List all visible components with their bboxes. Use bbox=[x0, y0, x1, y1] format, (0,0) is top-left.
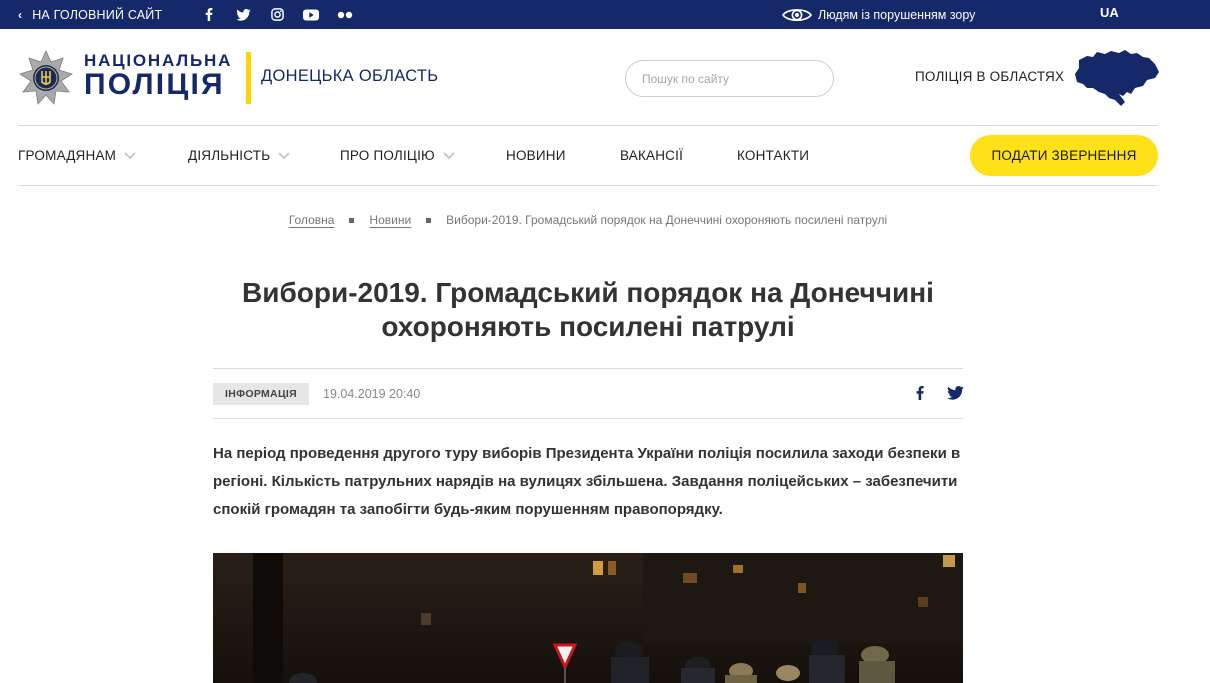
search-input[interactable] bbox=[625, 60, 834, 97]
breadcrumb-current: Вибори-2019. Громадський порядок на Доне… bbox=[446, 213, 888, 227]
nav-label: НОВИНИ bbox=[506, 148, 566, 163]
breadcrumb-separator bbox=[349, 217, 355, 223]
accessibility-link[interactable]: Людям із порушенням зору bbox=[782, 0, 975, 29]
police-logo[interactable] bbox=[18, 50, 74, 106]
chevron-down-icon bbox=[278, 151, 290, 159]
publish-date: 19.04.2019 20:40 bbox=[323, 387, 421, 401]
region-name: ДОНЕЦЬКА ОБЛАСТЬ bbox=[261, 67, 439, 85]
main-nav: ГРОМАДЯНАМ ДІЯЛЬНІСТЬ ПРО ПОЛІЦІЮ НОВИНИ… bbox=[18, 126, 1158, 185]
accessibility-label: Людям із порушенням зору bbox=[818, 7, 976, 22]
brand-name[interactable]: НАЦІОНАЛЬНА ПОЛІЦІЯ bbox=[84, 52, 232, 100]
nav-item-about[interactable]: ПРО ПОЛІЦІЮ bbox=[340, 126, 455, 185]
top-bar: ‹ НА ГОЛОВНИЙ САЙТ Людям із порушенням з… bbox=[0, 0, 1210, 29]
brand-line-2: ПОЛІЦІЯ bbox=[84, 68, 225, 101]
language-switch[interactable]: UA bbox=[1100, 0, 1119, 24]
article-title: Вибори-2019. Громадський порядок на Доне… bbox=[242, 277, 934, 342]
nav-label: ПРО ПОЛІЦІЮ bbox=[340, 148, 435, 163]
facebook-icon[interactable] bbox=[200, 6, 218, 24]
main-site-label: НА ГОЛОВНИЙ САЙТ bbox=[32, 7, 163, 22]
nav-item-news[interactable]: НОВИНИ bbox=[506, 126, 566, 185]
meta-divider-bottom bbox=[213, 418, 963, 419]
brand-divider bbox=[246, 52, 251, 104]
nav-item-vacancies[interactable]: ВАКАНСІЇ bbox=[620, 126, 683, 185]
nav-label: КОНТАКТИ bbox=[737, 148, 810, 163]
share-facebook-icon[interactable] bbox=[912, 384, 928, 402]
nav-label: ГРОМАДЯНАМ bbox=[18, 148, 117, 163]
breadcrumb-home[interactable]: Головна bbox=[289, 213, 335, 227]
nav-item-activity[interactable]: ДІЯЛЬНІСТЬ bbox=[188, 126, 290, 185]
share-twitter-icon[interactable] bbox=[945, 384, 965, 402]
instagram-icon[interactable] bbox=[268, 6, 286, 24]
nav-item-citizens[interactable]: ГРОМАДЯНАМ bbox=[18, 126, 136, 185]
regions-link[interactable]: ПОЛІЦІЯ В ОБЛАСТЯХ bbox=[915, 69, 1064, 84]
article-lead: На період проведення другого туру виборі… bbox=[213, 445, 961, 518]
ukraine-map-icon[interactable] bbox=[1073, 48, 1161, 108]
social-links bbox=[200, 0, 354, 29]
nav-divider bbox=[18, 185, 1158, 186]
flickr-icon[interactable] bbox=[336, 6, 354, 24]
youtube-icon[interactable] bbox=[302, 6, 320, 24]
submit-appeal-button[interactable]: ПОДАТИ ЗВЕРНЕННЯ bbox=[970, 135, 1158, 176]
twitter-icon[interactable] bbox=[234, 6, 252, 24]
article-photo bbox=[213, 553, 963, 683]
chevron-down-icon bbox=[443, 151, 455, 159]
meta-divider-top bbox=[213, 368, 963, 369]
nav-label: ДІЯЛЬНІСТЬ bbox=[188, 148, 271, 163]
breadcrumb-separator bbox=[426, 217, 432, 223]
breadcrumb-news[interactable]: Новини bbox=[369, 213, 411, 227]
eye-icon bbox=[782, 8, 812, 21]
chevron-left-icon: ‹ bbox=[18, 7, 23, 22]
category-tag[interactable]: ІНФОРМАЦІЯ bbox=[213, 383, 309, 405]
main-site-link[interactable]: ‹ НА ГОЛОВНИЙ САЙТ bbox=[18, 0, 162, 29]
breadcrumb: Головна Новини Вибори-2019. Громадський … bbox=[0, 213, 1176, 227]
nav-label: ВАКАНСІЇ bbox=[620, 148, 684, 163]
chevron-down-icon bbox=[124, 151, 136, 159]
nav-item-contacts[interactable]: КОНТАКТИ bbox=[737, 126, 809, 185]
site-header: НАЦІОНАЛЬНА ПОЛІЦІЯ ДОНЕЦЬКА ОБЛАСТЬ ПОЛ… bbox=[0, 30, 1210, 125]
